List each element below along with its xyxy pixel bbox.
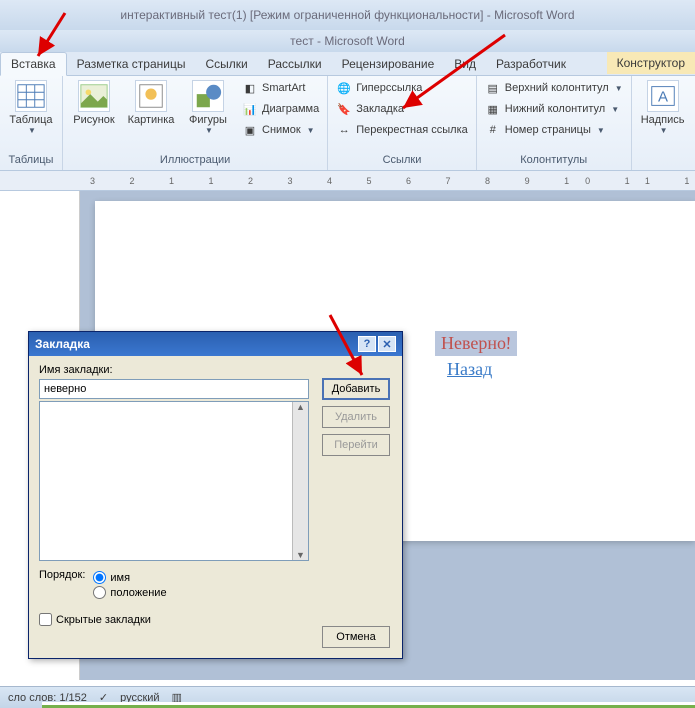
hyperlink-icon: 🌐 — [336, 80, 352, 96]
delete-button: Удалить — [322, 406, 390, 428]
hyperlink-button[interactable]: 🌐 Гиперссылка — [332, 78, 472, 98]
cancel-button[interactable]: Отмена — [322, 626, 390, 648]
close-icon[interactable]: ✕ — [378, 336, 396, 352]
group-illustrations: Рисунок Картинка Фигуры ▼ ◧ SmartArt 📊 Диа… — [63, 76, 328, 170]
dialog-title: Закладка — [35, 337, 90, 351]
window-title: интерактивный тест(1) [Режим ограниченно… — [120, 8, 574, 22]
crossref-label: Перекрестная ссылка — [356, 124, 468, 136]
header-button[interactable]: ▤ Верхний колонтитул ▼ — [481, 78, 627, 98]
ruler-numbers: 3 2 1 1 2 3 4 5 6 7 8 9 10 11 12 — [0, 176, 695, 186]
pagenum-icon: # — [485, 122, 501, 138]
order-name-label: имя — [110, 572, 130, 584]
tab-view[interactable]: Вид — [444, 53, 486, 75]
footer-icon: ▦ — [485, 101, 501, 117]
goto-button: Перейти — [322, 434, 390, 456]
tab-insert[interactable]: Вставка — [0, 52, 67, 76]
chart-button[interactable]: 📊 Диаграмма — [238, 99, 323, 119]
group-tables-label: Таблицы — [4, 152, 58, 168]
window-title-bar: интерактивный тест(1) [Режим ограниченно… — [0, 0, 695, 30]
tab-design[interactable]: Конструктор — [607, 52, 695, 74]
chevron-down-icon: ▼ — [597, 126, 605, 135]
textbox-label: Надпись — [641, 114, 685, 126]
order-position-radio[interactable] — [93, 586, 106, 599]
screenshot-icon: ▣ — [242, 122, 258, 138]
group-tables: Таблица ▼ Таблицы — [0, 76, 63, 170]
chart-label: Диаграмма — [262, 103, 319, 115]
ribbon-tabs: Вставка Разметка страницы Ссылки Рассылк… — [0, 52, 695, 76]
dialog-body: Имя закладки: Добавить Удалить Перейти П… — [29, 356, 402, 634]
hidden-bookmarks-label: Скрытые закладки — [56, 614, 151, 626]
smartart-icon: ◧ — [242, 80, 258, 96]
group-headers-label: Колонтитулы — [481, 152, 627, 168]
chevron-down-icon: ▼ — [611, 105, 619, 114]
tab-mailings[interactable]: Рассылки — [258, 53, 332, 75]
svg-text:A: A — [658, 89, 668, 106]
header-label: Верхний колонтитул — [505, 82, 609, 94]
tab-references[interactable]: Ссылки — [195, 53, 257, 75]
order-name-radio[interactable] — [93, 571, 106, 584]
table-label: Таблица — [9, 114, 52, 126]
textbox-button[interactable]: A Надпись ▼ — [636, 78, 690, 137]
horizontal-ruler[interactable]: 3 2 1 1 2 3 4 5 6 7 8 9 10 11 12 — [0, 171, 695, 191]
dialog-title-bar[interactable]: Закладка ? ✕ — [29, 332, 402, 356]
crossref-button[interactable]: ↔ Перекрестная ссылка — [332, 120, 472, 140]
group-illustrations-label: Иллюстрации — [67, 152, 323, 168]
order-label: Порядок: — [39, 569, 85, 581]
pagenum-button[interactable]: # Номер страницы ▼ — [481, 120, 627, 140]
scrollbar[interactable] — [292, 402, 308, 560]
group-links: 🌐 Гиперссылка 🔖 Закладка ↔ Перекрестная ссы… — [328, 76, 477, 170]
smartart-label: SmartArt — [262, 82, 305, 94]
footer-button[interactable]: ▦ Нижний колонтитул ▼ — [481, 99, 627, 119]
picture-button[interactable]: Рисунок — [67, 78, 121, 128]
shapes-icon — [192, 80, 224, 112]
group-headers: ▤ Верхний колонтитул ▼ ▦ Нижний колонтитул ▼… — [477, 76, 632, 170]
pagenum-label: Номер страницы — [505, 124, 591, 136]
screenshot-label: Снимок — [262, 124, 301, 136]
clipart-icon — [135, 80, 167, 112]
bookmark-name-label: Имя закладки: — [39, 364, 392, 376]
secondary-title-bar: тест - Microsoft Word Работа с таб — [0, 30, 695, 52]
bookmark-button[interactable]: 🔖 Закладка — [332, 99, 472, 119]
picture-label: Рисунок — [73, 114, 115, 126]
chevron-down-icon: ▼ — [307, 126, 315, 135]
ribbon: Таблица ▼ Таблицы Рисунок Картинка Фигур… — [0, 76, 695, 171]
textbox-icon: A — [647, 80, 679, 112]
add-button[interactable]: Добавить — [322, 378, 390, 400]
group-links-label: Ссылки — [332, 152, 472, 168]
screenshot-button[interactable]: ▣ Снимок ▼ — [238, 120, 323, 140]
footer-label: Нижний колонтитул — [505, 103, 605, 115]
bookmark-dialog: Закладка ? ✕ Имя закладки: Добавить Удал… — [28, 331, 403, 659]
smartart-button[interactable]: ◧ SmartArt — [238, 78, 323, 98]
text-wrong[interactable]: Неверно! — [435, 331, 517, 356]
table-icon — [15, 80, 47, 112]
shapes-label: Фигуры — [189, 114, 227, 126]
bookmark-label: Закладка — [356, 103, 404, 115]
bookmark-list[interactable] — [39, 401, 309, 561]
crossref-icon: ↔ — [336, 122, 352, 138]
chevron-down-icon: ▼ — [615, 84, 623, 93]
bottom-decoration — [42, 702, 695, 708]
chevron-down-icon: ▼ — [205, 126, 213, 135]
tab-developer[interactable]: Разработчик — [486, 53, 576, 75]
picture-icon — [78, 80, 110, 112]
bookmark-icon: 🔖 — [336, 101, 352, 117]
shapes-button[interactable]: Фигуры ▼ — [181, 78, 235, 137]
chart-icon: 📊 — [242, 101, 258, 117]
secondary-title: тест - Microsoft Word — [290, 34, 405, 48]
order-position-label: положение — [110, 587, 166, 599]
chevron-down-icon: ▼ — [660, 126, 668, 135]
hidden-bookmarks-checkbox[interactable] — [39, 613, 52, 626]
chevron-down-icon: ▼ — [28, 126, 36, 135]
tab-review[interactable]: Рецензирование — [332, 53, 445, 75]
table-button[interactable]: Таблица ▼ — [4, 78, 58, 137]
group-text: A Надпись ▼ — [632, 76, 694, 170]
dialog-help-button[interactable]: ? — [358, 336, 376, 352]
tab-page-layout[interactable]: Разметка страницы — [67, 53, 196, 75]
link-back[interactable]: Назад — [447, 359, 492, 380]
hyperlink-label: Гиперссылка — [356, 82, 422, 94]
header-icon: ▤ — [485, 80, 501, 96]
bookmark-name-input[interactable] — [39, 379, 309, 399]
clipart-label: Картинка — [128, 114, 175, 126]
clipart-button[interactable]: Картинка — [124, 78, 178, 128]
